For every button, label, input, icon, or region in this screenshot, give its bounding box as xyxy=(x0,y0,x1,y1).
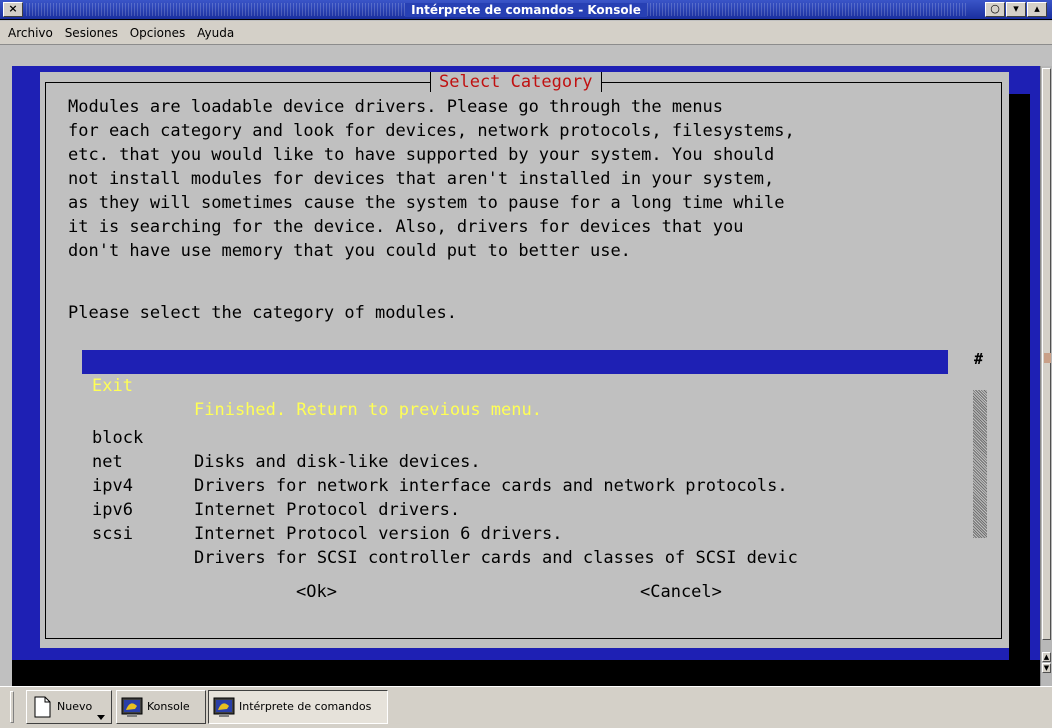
menu-option-ipv6[interactable]: ipv6 Internet Protocol version 6 drivers… xyxy=(82,474,948,544)
menu-option-desc: Drivers for SCSI controller cards and cl… xyxy=(194,548,798,568)
close-icon: × xyxy=(8,2,18,15)
taskbar-new-button[interactable]: Nuevo xyxy=(26,690,112,724)
new-document-icon xyxy=(34,696,51,718)
description-line: as they will sometimes cause the system … xyxy=(68,193,785,213)
terminal-bottom xyxy=(12,660,1040,686)
dialog-title: Select Category xyxy=(430,72,602,92)
window-title: Intérprete de comandos - Konsole xyxy=(405,3,647,17)
description-line: Modules are loadable device drivers. Ple… xyxy=(68,97,724,117)
description-line: for each category and look for devices, … xyxy=(68,121,795,141)
prompt-text: Please select the category of modules. xyxy=(68,303,457,323)
select-category-dialog: Select Category Modules are loadable dev… xyxy=(40,72,1009,648)
menu-sesiones[interactable]: Sesiones xyxy=(62,21,121,45)
maximize-button[interactable]: ▴ xyxy=(1027,2,1047,17)
menu-option-key: Exit xyxy=(92,376,133,396)
taskbar-interprete-button[interactable]: Intérprete de comandos xyxy=(208,690,388,724)
taskbar-button-label: Intérprete de comandos xyxy=(239,700,372,713)
scroll-down-button[interactable]: ▼ xyxy=(1042,663,1051,673)
konsole-icon xyxy=(121,697,143,717)
menu-option-ipv4[interactable]: ipv4 Internet Protocol drivers. xyxy=(82,450,948,520)
konsole-window: Intérprete de comandos - Konsole × ○ ▾ ▴… xyxy=(0,0,1052,728)
description-line: don't have use memory that you could put… xyxy=(68,241,631,261)
scroll-up-button[interactable]: ▲ xyxy=(1042,652,1051,662)
description-line: etc. that you would like to have support… xyxy=(68,145,775,165)
menu-option-net[interactable]: net Drivers for network interface cards … xyxy=(82,426,948,496)
menu-archivo[interactable]: Archivo xyxy=(5,21,56,45)
title-bar[interactable]: Intérprete de comandos - Konsole × ○ ▾ ▴ xyxy=(0,0,1052,20)
close-button[interactable]: × xyxy=(3,2,23,17)
list-scrollbar[interactable] xyxy=(973,390,987,538)
scroll-thumb[interactable] xyxy=(1042,68,1051,640)
list-scroll-marker: # xyxy=(974,350,984,368)
menu-opciones[interactable]: Opciones xyxy=(127,21,189,45)
description-line: it is searching for the device. Also, dr… xyxy=(68,217,744,237)
sticky-button[interactable]: ○ xyxy=(985,2,1005,17)
konsole-icon xyxy=(213,697,235,717)
taskbar: Nuevo Konsole Intérprete de comandos xyxy=(0,686,1052,728)
taskbar-handle[interactable] xyxy=(10,691,14,723)
circle-icon: ○ xyxy=(990,2,1000,15)
menu-ayuda[interactable]: Ayuda xyxy=(194,21,237,45)
menu-option-exit[interactable]: Exit Finished. Return to previous menu. xyxy=(82,350,948,420)
menu-option-desc: Internet Protocol version 6 drivers. xyxy=(194,524,563,544)
menu-option-scsi[interactable]: scsi Drivers for SCSI controller cards a… xyxy=(82,498,948,568)
chevron-up-icon: ▴ xyxy=(1034,2,1040,15)
dialog-shadow xyxy=(1009,94,1030,660)
description-line: not install modules for devices that are… xyxy=(68,169,775,189)
menu-option-block[interactable]: block Disks and disk-like devices. xyxy=(82,402,948,472)
ok-button[interactable]: <Ok> xyxy=(296,582,337,602)
taskbar-konsole-button[interactable]: Konsole xyxy=(116,690,206,724)
scroll-grip xyxy=(1044,353,1051,363)
taskbar-button-label: Konsole xyxy=(147,700,190,713)
minimize-button[interactable]: ▾ xyxy=(1006,2,1026,17)
terminal-scrollbar[interactable]: ▲ ▼ xyxy=(1040,66,1052,686)
chevron-down-icon: ▾ xyxy=(1013,2,1019,15)
menu-bar: Archivo Sesiones Opciones Ayuda xyxy=(0,21,1052,45)
chevron-down-icon xyxy=(97,715,105,720)
cancel-button[interactable]: <Cancel> xyxy=(640,582,722,602)
menu-option-key: scsi xyxy=(92,524,133,544)
taskbar-button-label: Nuevo xyxy=(57,700,93,713)
